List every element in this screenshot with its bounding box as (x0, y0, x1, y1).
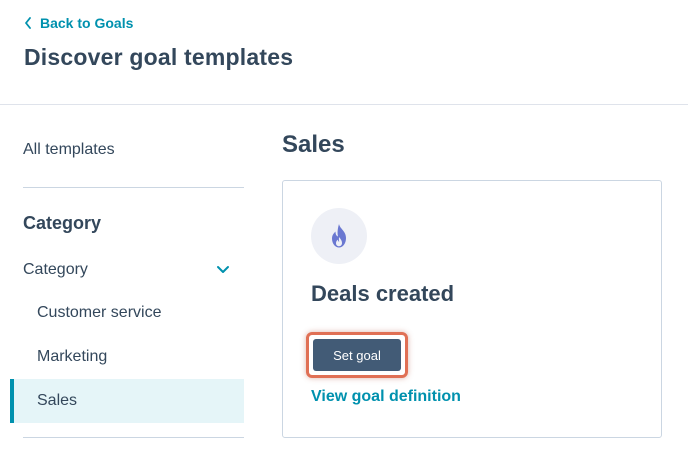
back-link-label: Back to Goals (40, 15, 134, 31)
sidebar-item-label: Sales (37, 392, 78, 409)
sidebar-item-label: Customer service (37, 304, 162, 321)
sidebar-item-sales[interactable]: Sales (10, 379, 244, 423)
category-dropdown-toggle[interactable]: Category (23, 259, 244, 281)
back-to-goals-link[interactable]: Back to Goals (24, 13, 133, 33)
all-templates-link[interactable]: All templates (23, 141, 115, 159)
sidebar-item-marketing[interactable]: Marketing (10, 335, 244, 379)
view-goal-definition-link[interactable]: View goal definition (311, 388, 461, 406)
goal-template-card: Deals created Set goal View goal definit… (282, 180, 662, 438)
set-goal-button[interactable]: Set goal (313, 339, 401, 371)
section-title: Sales (282, 131, 345, 158)
flame-icon (332, 224, 346, 248)
page-title: Discover goal templates (24, 44, 294, 70)
card-title: Deals created (311, 281, 455, 306)
goal-templates-page: Back to Goals Discover goal templates Al… (0, 0, 688, 462)
sidebar-item-customer-service[interactable]: Customer service (10, 291, 244, 335)
card-icon-container (311, 208, 367, 264)
category-heading: Category (23, 213, 102, 233)
chevron-down-icon (217, 266, 229, 273)
chevron-left-icon (25, 17, 31, 29)
sidebar-divider (23, 187, 244, 188)
sidebar: All templates Category Category Customer… (0, 105, 260, 462)
sidebar-item-label: Marketing (37, 348, 108, 365)
sidebar-divider (23, 437, 244, 438)
category-toggle-label: Category (23, 261, 88, 278)
